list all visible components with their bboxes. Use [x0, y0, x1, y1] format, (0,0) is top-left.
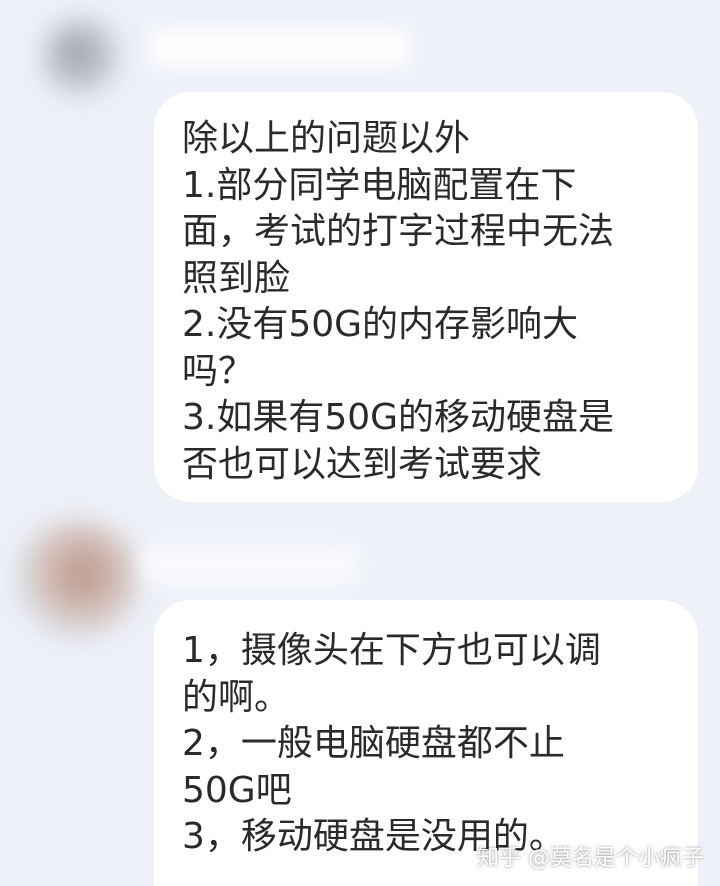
message-line: 2，一般电脑硬盘都不止	[182, 723, 565, 764]
message-line: 2.没有50G的内存影响大	[182, 304, 579, 345]
message-line: 1，摄像头在下方也可以调	[182, 630, 601, 671]
message-line: 吗？	[182, 350, 255, 392]
reply-avatar-blurred[interactable]	[12, 520, 140, 640]
zhihu-watermark: 知乎 @莫名是个小疯子	[477, 846, 704, 871]
message-line: 的啊。	[182, 676, 291, 718]
message-line: 照到脸	[182, 257, 291, 299]
chat-conversation: 除以上的问题以外 1.部分同学电脑配置在下 面，考试的打字过程中无法 照到脸 2…	[0, 0, 720, 886]
message-text: 1，摄像头在下方也可以调 的啊。 2，一般电脑硬盘都不止 50G吧 3，移动硬盘…	[182, 628, 678, 861]
message-line: 50G吧	[182, 769, 292, 811]
message-line: 面，考试的打字过程中无法	[182, 211, 615, 252]
reply-name-blurred	[140, 545, 360, 585]
message-line: 1.部分同学电脑配置在下	[182, 164, 577, 206]
sender-avatar-blurred[interactable]	[42, 18, 120, 96]
message-line: 3.如果有50G的移动硬盘是	[182, 397, 615, 438]
message-bubble-question[interactable]: 除以上的问题以外 1.部分同学电脑配置在下 面，考试的打字过程中无法 照到脸 2…	[154, 92, 698, 502]
message-line: 否也可以达到考试要求	[182, 443, 543, 485]
message-line: 除以上的问题以外	[182, 118, 471, 159]
message-text: 除以上的问题以外 1.部分同学电脑配置在下 面，考试的打字过程中无法 照到脸 2…	[182, 116, 678, 488]
sender-name-blurred	[150, 28, 410, 68]
